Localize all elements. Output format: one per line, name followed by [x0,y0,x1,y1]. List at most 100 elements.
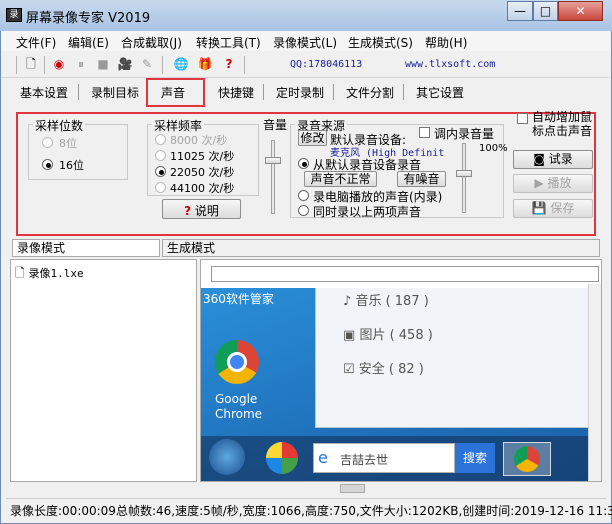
window-title: 屏幕录像专家 V2019 [26,11,151,26]
toolbar-divider [244,56,245,74]
tab-generate-mode[interactable]: 生成模式 [162,239,600,257]
menu-convert[interactable]: 转换工具(T) [196,34,261,51]
tab-basic[interactable]: 基本设置 [20,84,68,101]
camera-icon[interactable]: 🎥 [116,55,134,73]
menu-generate-mode[interactable]: 生成模式(S) [348,34,413,51]
preview-pictures: ▣ 图片 ( 458 ) [343,324,433,343]
volume-slider-thumb[interactable] [265,157,281,164]
bits-label: 采样位数 [33,117,86,134]
preview-music-text: 音乐 ( 187 ) [355,294,429,309]
preview-music: ♪ 音乐 ( 187 ) [343,290,429,309]
play-icon: ▶ [534,176,544,190]
music-icon: ♪ [343,294,352,309]
gift-icon[interactable]: 🎁 [196,55,214,73]
explain-button[interactable]: ? 说明 [162,199,241,219]
freq-44100-label: 44100 次/秒 [170,182,235,195]
stop-icon[interactable]: ■ [94,55,112,73]
tab-split[interactable]: 文件分割 [346,84,394,101]
close-button[interactable]: ✕ [558,1,603,21]
menu-compose[interactable]: 合成截取(J) [121,34,182,51]
test-record-label: 试录 [548,152,573,166]
record-icon[interactable]: ◉ [50,55,68,73]
search-input-text: 吉喆去世 [340,453,389,467]
freq-8000-radio[interactable] [155,134,166,145]
bits-16-radio[interactable] [42,159,53,170]
file-list [10,259,197,482]
toolbar-divider [44,56,45,74]
save-button[interactable]: 💾 保存 [513,199,593,218]
windows-start-icon [209,439,245,475]
globe-icon[interactable]: 🌐 [172,55,190,73]
source-internal-radio[interactable] [298,190,309,201]
tab-schedule[interactable]: 定时录制 [276,84,324,101]
search-box[interactable]: e 吉喆去世 [313,443,455,473]
source-both-radio[interactable] [298,205,309,216]
tab-divider [78,84,79,100]
menu-edit[interactable]: 编辑(E) [68,34,109,51]
menu-help[interactable]: 帮助(H) [425,34,467,51]
record-icon: ◙ [533,152,545,166]
preview-security: ☑ 安全 ( 82 ) [343,358,424,377]
chrome-shortcut-label: Google Chrome [215,392,263,421]
tab-divider [403,84,404,100]
tab-other[interactable]: 其它设置 [416,84,464,101]
modify-button[interactable]: 修改 [298,130,327,146]
play-label: 播放 [547,176,572,190]
tab-sound[interactable]: 声音 [161,84,185,101]
toolbar-divider [162,56,163,74]
toolbar-divider [16,56,17,74]
file-name: 录像1.lxe [28,267,84,280]
qq-link[interactable]: QQ:178046113 [290,59,362,70]
chrome-icon [215,340,259,384]
website-link[interactable]: www.tlxsoft.com [405,59,495,70]
sound-abnormal-button[interactable]: 声音不正常 [304,171,377,187]
app-360-icon [266,442,298,474]
ie-icon: e [318,448,328,467]
preview-horizontal-scrollbar[interactable] [200,482,602,495]
tab-divider [333,84,334,100]
auto-click-sound-checkbox[interactable] [517,113,528,124]
tab-target[interactable]: 录制目标 [91,84,139,101]
security-icon: ☑ [343,362,355,377]
adjust-inner-volume-label: 调内录音量 [434,127,495,141]
chrome-icon-center [227,352,247,372]
preview-ruler [211,266,599,282]
adjust-inner-volume-checkbox[interactable] [419,127,430,138]
freq-44100-radio[interactable] [155,182,166,193]
bits-8-radio[interactable] [42,137,53,148]
inner-volume-slider-track[interactable] [462,143,466,213]
auto-click-sound-label: 自动增加鼠标点击声音 [532,110,593,138]
play-button[interactable]: ▶ 播放 [513,174,593,193]
source-default-radio[interactable] [298,158,309,169]
freq-22050-radio[interactable] [155,166,166,177]
status-text: 录像长度:00:00:09总帧数:46,速度:5帧/秒,宽度:1066,高度:7… [10,504,612,518]
preview-pane: 360软件管家 ♪ 音乐 ( 187 ) ▣ 图片 ( 458 ) ☑ 安全 (… [200,259,602,482]
list-item[interactable]: 🗋 录像1.lxe [15,264,84,285]
search-button[interactable]: 搜索 [455,443,495,473]
minimize-button[interactable]: — [507,1,533,21]
bits-8-label: 8位 [59,137,77,150]
new-file-icon[interactable]: 🗋 [22,55,40,73]
volume-label: 音量 [263,118,288,132]
test-record-button[interactable]: ◙ 试录 [513,150,593,169]
preview-vertical-scrollbar[interactable] [588,284,601,481]
menu-file[interactable]: 文件(F) [16,34,56,51]
help-icon[interactable]: ? [220,55,238,73]
maximize-button[interactable]: □ [533,1,558,21]
menu-record-mode[interactable]: 录像模式(L) [273,34,337,51]
pause-icon[interactable]: ⏸ [72,55,90,73]
tab-record-mode[interactable]: 录像模式 [12,239,160,257]
scrollbar-thumb[interactable] [340,484,365,493]
tab-hotkey[interactable]: 快捷键 [218,84,254,101]
volume-slider-track[interactable] [271,140,275,214]
freq-11025-radio[interactable] [155,150,166,161]
source-both-label: 同时录以上两项声音 [313,205,422,219]
help-icon: ? [184,204,192,218]
noise-button[interactable]: 有噪音 [397,171,446,187]
app-logo-icon: 录 [6,8,22,22]
preview-desktop: 360软件管家 ♪ 音乐 ( 187 ) ▣ 图片 ( 458 ) ☑ 安全 (… [201,288,601,481]
explain-button-label: 说明 [194,204,219,218]
inner-volume-slider-thumb[interactable] [456,170,472,177]
chrome-taskbar-button [503,442,551,476]
pen-icon[interactable]: ✎ [138,55,156,73]
